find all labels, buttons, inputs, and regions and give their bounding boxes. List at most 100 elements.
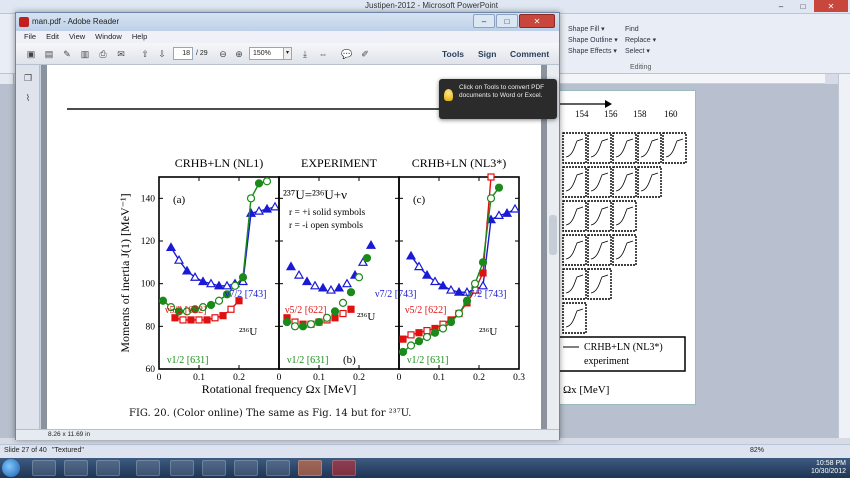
lightbulb-icon (444, 89, 453, 101)
zoom-level[interactable]: 82% (750, 447, 764, 454)
figure-caption: FIG. 20. (Color online) The same as Fig.… (129, 408, 412, 419)
nucleus-label: ²³⁶U (239, 326, 257, 338)
data-point (399, 335, 407, 343)
data-point (487, 173, 495, 181)
print-icon[interactable]: ⎙ (96, 47, 110, 61)
menu-edit[interactable]: Edit (46, 31, 59, 43)
scroll-thumb[interactable] (549, 215, 557, 255)
comment-button[interactable]: Comment (510, 49, 549, 59)
taskbar-game-icon[interactable] (234, 460, 258, 476)
data-point (365, 240, 377, 249)
taskbar-media-icon[interactable] (96, 460, 120, 476)
reader-document-area[interactable]: CRHB+LN (NL1) 0 0.1 0.2 60 80 100 120 140 ν7/2 [7… (41, 65, 547, 429)
adobe-reader-window: man.pdf - Adobe Reader – □ ✕ File Edit V… (15, 12, 560, 440)
shape-fill-button[interactable]: Shape Fill ▾ (568, 24, 618, 35)
data-point (246, 194, 256, 203)
data-point (423, 327, 431, 335)
band-label: ν5/2 [622] (165, 305, 206, 316)
shape-outline-button[interactable]: Shape Outline ▾ (568, 35, 618, 46)
ppt-slide-content: 154 156 158 160 CRHB+LN (NL3*) experimen… (557, 100, 687, 396)
reader-status-bar: 8.26 x 11.69 in (16, 429, 559, 440)
system-clock[interactable]: 10:58 PM 10/30/2012 (811, 460, 846, 476)
reader-title-bar[interactable]: man.pdf - Adobe Reader – □ ✕ (16, 13, 559, 31)
taskbar-firefox-icon[interactable] (202, 460, 226, 476)
taskbar-explorer-icon[interactable] (64, 460, 88, 476)
menu-help[interactable]: Help (132, 31, 147, 43)
data-point (158, 296, 168, 305)
legend-open: r = -i open symbols (289, 221, 363, 231)
plot-frame (278, 176, 400, 370)
data-point (414, 337, 424, 346)
data-point (197, 276, 209, 286)
reader-window-title: man.pdf - Adobe Reader (32, 17, 120, 26)
data-point (470, 279, 480, 288)
fit-page-icon[interactable]: ⤓ (298, 47, 312, 61)
data-point (501, 208, 513, 217)
taskbar-acrobat-icon[interactable] (332, 460, 356, 476)
y-tick-label: 100 (141, 280, 156, 290)
ppt-vertical-scrollbar[interactable] (838, 74, 850, 438)
email-icon[interactable]: ✉ (114, 47, 128, 61)
x-axis-label: Rotational frequency Ωx [MeV] (202, 382, 357, 396)
next-page-icon[interactable]: ⇩ (155, 47, 169, 61)
zoom-input[interactable]: 150% (249, 47, 285, 60)
taskbar-skype-icon[interactable] (170, 460, 194, 476)
taskbar-app-icon[interactable] (136, 460, 160, 476)
menu-file[interactable]: File (24, 31, 36, 43)
save-icon[interactable]: ▥ (78, 47, 92, 61)
close-icon[interactable]: ✕ (519, 14, 555, 28)
minimize-icon[interactable]: – (770, 0, 792, 12)
page-number-input[interactable]: 18 (173, 47, 193, 60)
data-point (309, 280, 321, 290)
replace-button[interactable]: Replace ▾ (625, 35, 656, 46)
highlight-icon[interactable]: ✐ (358, 47, 372, 61)
tools-tooltip: Click on Tools to convert PDF documents … (439, 79, 557, 119)
maximize-icon[interactable]: □ (792, 0, 814, 12)
page-thumbnails-icon[interactable]: ❐ (21, 71, 35, 85)
theme-name: "Textured" (52, 447, 84, 454)
taskbar-chrome-icon[interactable] (266, 460, 290, 476)
create-pdf-icon[interactable]: ▣ (24, 47, 38, 61)
page-size: 8.26 x 11.69 in (48, 431, 91, 438)
previous-page-icon[interactable]: ⇧ (138, 47, 152, 61)
taskbar-ie-icon[interactable] (32, 460, 56, 476)
menu-view[interactable]: View (69, 31, 85, 43)
menu-window[interactable]: Window (95, 31, 122, 43)
data-point (211, 314, 219, 322)
y-axis-label: Moments of inertia J(1) [MeV⁻¹] (118, 193, 132, 352)
close-icon[interactable]: ✕ (814, 0, 848, 12)
taskbar-powerpoint-icon[interactable] (298, 460, 322, 476)
ppt-slide[interactable]: 154 156 158 160 CRHB+LN (NL3*) experimen… (556, 90, 696, 405)
tools-button[interactable]: Tools (442, 49, 464, 59)
attachments-icon[interactable]: ⌇ (21, 91, 35, 105)
data-point (195, 316, 203, 324)
open-file-icon[interactable]: ▤ (42, 47, 56, 61)
zoom-out-icon[interactable]: ⊖ (216, 47, 230, 61)
data-point (325, 284, 337, 294)
sign-button[interactable]: Sign (478, 49, 496, 59)
data-point (285, 261, 297, 271)
edit-icon[interactable]: ✎ (60, 47, 74, 61)
shape-effects-button[interactable]: Shape Effects ▾ (568, 46, 618, 57)
select-button[interactable]: Select ▾ (625, 46, 656, 57)
reader-vertical-scrollbar[interactable] (547, 65, 559, 429)
data-point (262, 177, 272, 186)
data-point (438, 324, 448, 333)
find-button[interactable]: Find (625, 24, 656, 35)
x-tick-label: 0.3 (513, 373, 525, 383)
data-point (479, 269, 487, 277)
comment-bubble-icon[interactable]: 💬 (340, 47, 354, 61)
zoom-dropdown-icon[interactable]: ▾ (283, 47, 292, 60)
zoom-in-icon[interactable]: ⊕ (232, 47, 246, 61)
slide-legend-crhb: CRHB+LN (NL3*) (584, 342, 663, 353)
start-button[interactable] (2, 459, 20, 477)
band-label: ν1/2 [631] (407, 355, 448, 366)
fit-width-icon[interactable]: ⇔ (316, 47, 330, 61)
x-tick-label: 0.2 (473, 373, 485, 383)
band-label: ν1/2 [631] (167, 355, 208, 366)
data-point (362, 253, 372, 263)
nucleus-label: ²³⁶U (357, 311, 375, 323)
minimize-icon[interactable]: – (473, 14, 495, 28)
maximize-icon[interactable]: □ (496, 14, 518, 28)
data-point (282, 317, 292, 327)
